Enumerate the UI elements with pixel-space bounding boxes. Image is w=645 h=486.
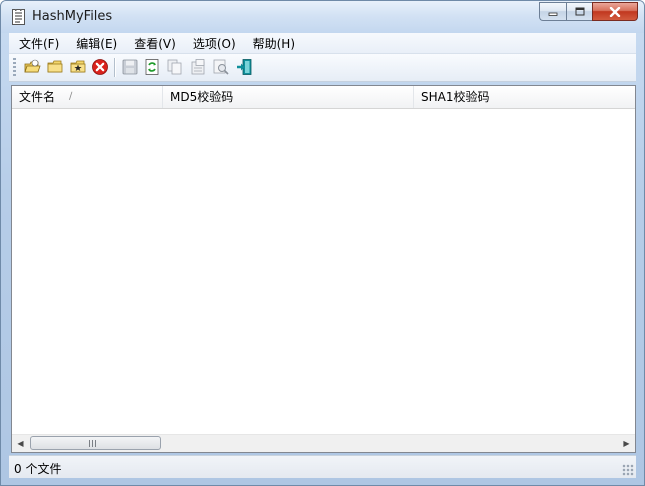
maximize-icon xyxy=(575,7,584,16)
menu-view[interactable]: 查看(V) xyxy=(124,35,183,52)
exit-icon[interactable] xyxy=(235,58,253,76)
refresh-icon[interactable] xyxy=(143,58,161,76)
stop-icon[interactable] xyxy=(91,58,109,76)
chevron-right-icon: ▶ xyxy=(623,439,630,448)
file-list[interactable]: 文件名 ∕ MD5校验码 SHA1校验码 ◀ ▶ xyxy=(11,85,636,453)
title-bar[interactable]: HashMyFiles xyxy=(1,1,644,33)
close-button[interactable] xyxy=(592,2,638,21)
open-folder-icon[interactable] xyxy=(46,58,64,76)
list-header: 文件名 ∕ MD5校验码 SHA1校验码 xyxy=(12,86,635,109)
horizontal-scrollbar[interactable]: ◀ ▶ xyxy=(12,434,635,452)
column-header-label: SHA1校验码 xyxy=(421,90,490,104)
toolbar-grip[interactable] xyxy=(13,58,16,77)
app-icon xyxy=(12,9,25,25)
find-icon[interactable] xyxy=(212,58,230,76)
column-header-sha1[interactable]: SHA1校验码 xyxy=(414,86,635,108)
scroll-right-button[interactable]: ▶ xyxy=(618,435,635,452)
minimize-button[interactable] xyxy=(539,2,566,21)
window-title: HashMyFiles xyxy=(32,9,113,24)
maximize-button[interactable] xyxy=(566,2,592,21)
column-header-label: 文件名 xyxy=(19,90,56,104)
chevron-left-icon: ◀ xyxy=(17,439,24,448)
menu-help[interactable]: 帮助(H) xyxy=(243,35,302,52)
menu-file[interactable]: 文件(F) xyxy=(9,35,66,52)
minimize-icon xyxy=(548,12,558,16)
close-icon xyxy=(609,6,621,17)
scroll-left-button[interactable]: ◀ xyxy=(12,435,29,452)
status-file-count: 0 个文件 xyxy=(14,462,62,476)
properties-icon[interactable] xyxy=(189,58,207,76)
open-file-icon[interactable] xyxy=(23,58,41,76)
caption-buttons xyxy=(539,2,638,21)
column-header-label: MD5校验码 xyxy=(170,90,234,104)
column-header-filename[interactable]: 文件名 ∕ xyxy=(12,86,163,108)
star-folder-icon[interactable] xyxy=(69,58,87,76)
copy-icon[interactable] xyxy=(166,58,184,76)
menu-edit[interactable]: 编辑(E) xyxy=(66,35,124,52)
toolbar xyxy=(9,54,636,82)
resize-grip-icon[interactable] xyxy=(622,464,634,476)
menu-options[interactable]: 选项(O) xyxy=(183,35,243,52)
menu-bar: 文件(F) 编辑(E) 查看(V) 选项(O) 帮助(H) xyxy=(9,33,636,54)
scrollbar-thumb[interactable] xyxy=(30,436,161,450)
toolbar-separator xyxy=(114,58,116,77)
status-bar: 0 个文件 xyxy=(9,455,636,478)
save-icon[interactable] xyxy=(121,58,139,76)
scrollbar-grip-icon xyxy=(89,440,98,447)
column-header-md5[interactable]: MD5校验码 xyxy=(163,86,414,108)
app-window: HashMyFiles 文件(F) 编辑(E) 查看(V) 选项(O) 帮助(H… xyxy=(0,0,645,486)
sort-indicator-icon: ∕ xyxy=(69,91,73,102)
